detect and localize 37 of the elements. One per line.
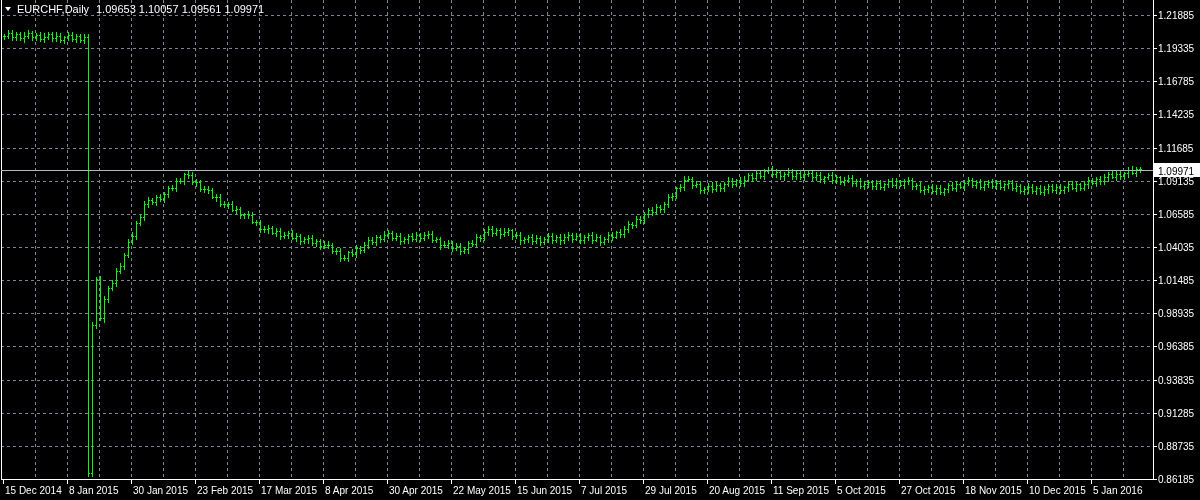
date-axis-label: 29 Jul 2015 (645, 485, 697, 496)
chart-symbol: EURCHF,Daily (17, 3, 90, 15)
date-axis-label: 10 Dec 2015 (1029, 485, 1086, 496)
date-axis-label: 11 Sep 2015 (773, 485, 829, 496)
date-axis-label: 23 Feb 2015 (197, 485, 254, 496)
date-axis-label: 17 Mar 2015 (261, 485, 318, 496)
date-axis-label: 5 Oct 2015 (837, 485, 886, 496)
date-axis-label: 30 Apr 2015 (389, 485, 443, 496)
date-axis-label: 22 May 2015 (453, 485, 511, 496)
price-axis-label: 1.16785 (1158, 76, 1195, 87)
price-axis-label: 1.11685 (1158, 143, 1194, 154)
price-axis-label: 1.01485 (1158, 275, 1195, 286)
price-axis-label: 1.09135 (1158, 176, 1195, 187)
date-axis-label: 5 Jan 2016 (1093, 485, 1143, 496)
date-axis-label: 8 Apr 2015 (325, 485, 374, 496)
date-axis-label: 7 Jul 2015 (581, 485, 628, 496)
date-axis-label: 27 Oct 2015 (901, 485, 956, 496)
price-axis-label: 0.91285 (1158, 408, 1195, 419)
date-axis-label: 15 Jun 2015 (517, 485, 573, 496)
date-axis-label: 8 Jan 2015 (69, 485, 119, 496)
price-axis-label: 1.06585 (1158, 209, 1195, 220)
current-price-label: 1.09971 (1154, 163, 1200, 177)
price-axis-label: 1.19335 (1158, 43, 1195, 54)
date-axis-label: 18 Nov 2015 (965, 485, 1022, 496)
date-axis-label: 20 Aug 2015 (709, 485, 766, 496)
price-axis-label: 1.14235 (1158, 109, 1195, 120)
collapse-triangle-icon[interactable] (5, 7, 11, 11)
price-axis-label: 0.98935 (1158, 308, 1195, 319)
price-axis-label: 0.86185 (1158, 474, 1195, 485)
date-axis-label: 30 Jan 2015 (133, 485, 189, 496)
date-axis-label: 15 Dec 2014 (5, 485, 62, 496)
price-axis-label: 0.93835 (1158, 375, 1195, 386)
ohlc-values: 1.09653 1.10057 1.09561 1.09971 (96, 3, 265, 15)
price-axis-label: 1.04035 (1158, 242, 1195, 253)
price-axis-label: 0.96385 (1158, 341, 1195, 352)
price-axis-label: 0.88735 (1158, 441, 1195, 452)
price-axis-label: 1.21885 (1158, 10, 1195, 21)
